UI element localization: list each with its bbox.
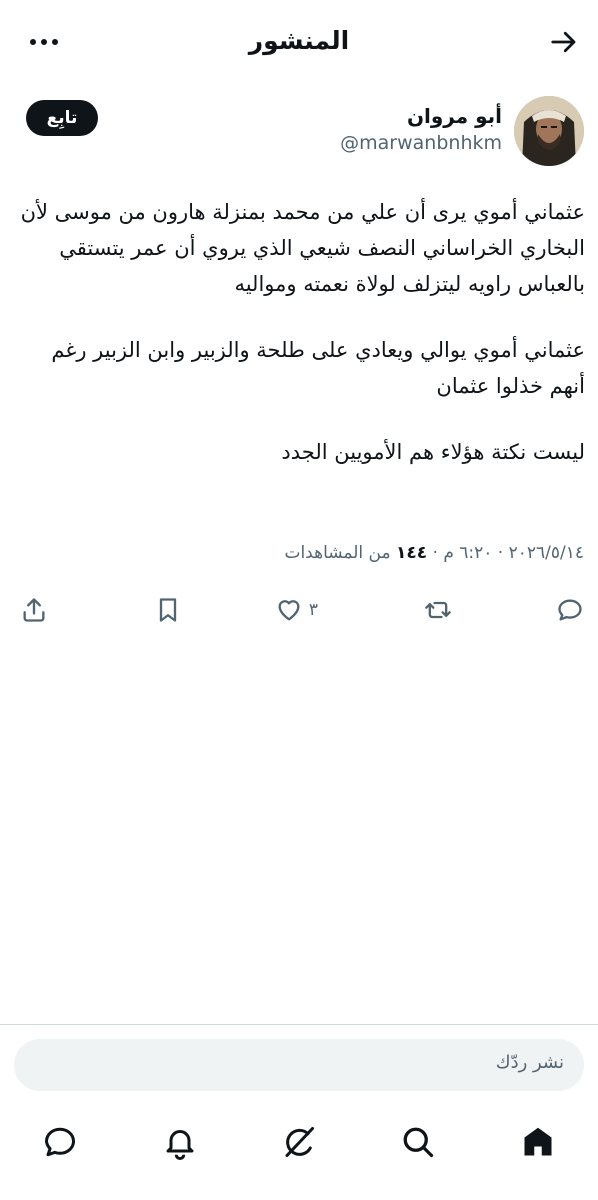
reply-button[interactable] xyxy=(556,592,584,628)
page-title: المنشور xyxy=(248,26,350,55)
repost-icon xyxy=(425,601,451,619)
arrow-right-icon xyxy=(551,31,576,53)
post-actions: ٣ xyxy=(0,592,598,632)
author-name[interactable]: أبو مروان xyxy=(407,104,502,128)
post-paragraph: ليست نكتة هؤلاء هم الأمويين الجدد xyxy=(281,440,585,464)
post-paragraph: عثماني أموي يوالي ويعادي على طلحة والزبي… xyxy=(51,338,585,398)
bottom-nav xyxy=(0,1110,598,1180)
follow-button[interactable]: تابِع xyxy=(26,100,98,136)
reply-icon xyxy=(558,599,582,621)
nav-grok[interactable] xyxy=(279,1122,319,1162)
divider xyxy=(0,1024,598,1025)
post-text: عثماني أموي يرى أن علي من محمد بمنزلة ها… xyxy=(20,194,585,500)
bookmark-icon xyxy=(159,598,177,622)
like-button[interactable]: ٣ xyxy=(275,592,318,628)
views-label: من المشاهدات xyxy=(284,543,396,563)
nav-messages[interactable] xyxy=(40,1122,80,1162)
notifications-icon xyxy=(166,1130,194,1160)
share-button[interactable] xyxy=(20,592,48,628)
share-icon xyxy=(23,598,45,622)
post-timestamp[interactable]: ٢٠٢٦/٥/١٤ · ٦:٢٠ م · xyxy=(427,543,584,563)
like-count: ٣ xyxy=(308,600,318,620)
home-icon xyxy=(524,1127,552,1156)
post-meta: ٢٠٢٦/٥/١٤ · ٦:٢٠ م · ١٤٤ من المشاهدات xyxy=(284,543,584,563)
post-paragraph: عثماني أموي يرى أن علي من محمد بمنزلة ها… xyxy=(20,200,585,296)
bookmark-button[interactable] xyxy=(154,592,182,628)
messages-icon xyxy=(45,1127,75,1157)
reply-placeholder: نشر ردّك xyxy=(495,1052,564,1073)
top-bar: المنشور xyxy=(0,0,598,82)
search-icon xyxy=(403,1127,434,1158)
nav-search[interactable] xyxy=(398,1122,438,1162)
reply-input[interactable]: نشر ردّك xyxy=(14,1039,584,1091)
repost-button[interactable] xyxy=(424,592,452,628)
nav-home[interactable] xyxy=(518,1122,558,1162)
nav-notifications[interactable] xyxy=(160,1122,200,1162)
avatar-image xyxy=(514,96,584,166)
grok-icon xyxy=(285,1127,314,1157)
heart-icon xyxy=(278,600,300,621)
author-handle[interactable]: @marwanbnhkm xyxy=(340,132,502,154)
views-count: ١٤٤ xyxy=(396,543,428,563)
back-button[interactable] xyxy=(548,26,580,58)
avatar[interactable] xyxy=(514,96,584,166)
